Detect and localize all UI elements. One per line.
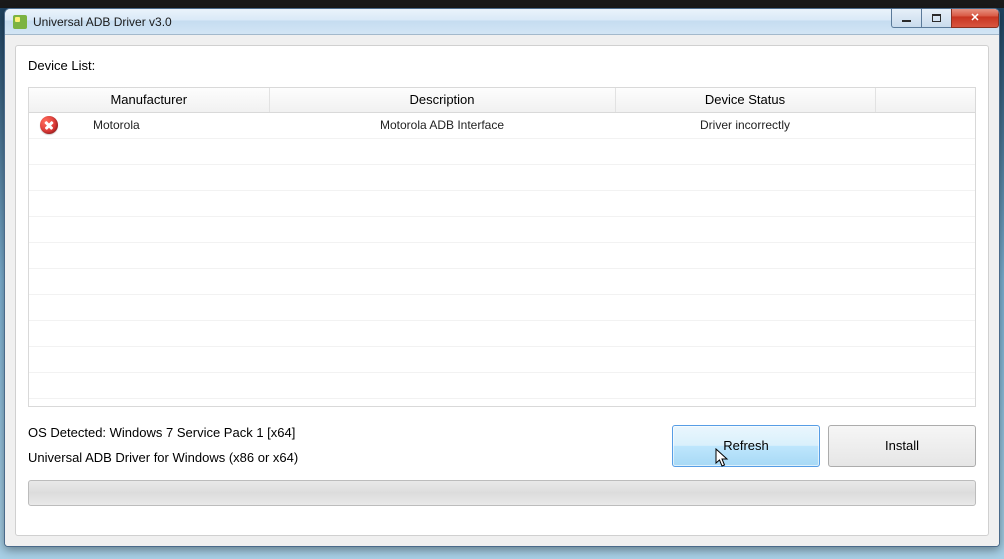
table-row[interactable] [29,138,975,164]
refresh-button[interactable]: Refresh [672,425,820,467]
bottom-row: OS Detected: Windows 7 Service Pack 1 [x… [28,421,976,470]
refresh-button-label: Refresh [723,438,769,453]
progress-bar [28,480,976,506]
cell-manufacturer: Motorola [69,112,269,138]
close-icon: ✕ [970,11,979,24]
main-panel: Device List: Manufacturer Description [15,45,989,536]
table-header-row: Manufacturer Description Device Status [29,88,975,112]
table-row[interactable] [29,190,975,216]
driver-description-text: Universal ADB Driver for Windows (x86 or… [28,446,298,471]
col-header-manufacturer[interactable]: Manufacturer [29,88,269,112]
table-row[interactable] [29,372,975,398]
titlebar[interactable]: Universal ADB Driver v3.0 ✕ [5,9,999,35]
table-row[interactable] [29,320,975,346]
table-row[interactable] [29,216,975,242]
table-row[interactable] [29,268,975,294]
error-icon [40,116,58,134]
maximize-button[interactable] [921,8,951,28]
install-button[interactable]: Install [828,425,976,467]
col-header-empty[interactable] [875,88,975,112]
col-header-description[interactable]: Description [269,88,615,112]
app-window: Universal ADB Driver v3.0 ✕ Device List: [4,8,1000,547]
maximize-icon [932,14,941,22]
table-row[interactable] [29,242,975,268]
table-row[interactable] [29,294,975,320]
background-taskbar-fragment [0,0,1004,8]
cell-empty [875,112,975,138]
cell-device-status: Driver incorrectly [615,112,875,138]
minimize-button[interactable] [891,8,921,28]
table-row[interactable]: Motorola Motorola ADB Interface Driver i… [29,112,975,138]
table-row[interactable] [29,164,975,190]
close-button[interactable]: ✕ [951,8,999,28]
table-row[interactable] [29,346,975,372]
minimize-icon [902,20,911,22]
device-table-container: Manufacturer Description Device Status M… [28,87,976,407]
window-title: Universal ADB Driver v3.0 [33,15,172,29]
button-row: Refresh Install [672,425,976,467]
device-table: Manufacturer Description Device Status M… [29,88,975,399]
col-header-device-status[interactable]: Device Status [615,88,875,112]
device-list-label: Device List: [28,58,976,73]
client-area: Device List: Manufacturer Description [5,35,999,546]
install-button-label: Install [885,438,919,453]
cell-status-icon [29,112,69,138]
cell-description: Motorola ADB Interface [269,112,615,138]
app-icon [13,15,27,29]
window-controls: ✕ [891,8,999,28]
os-detected-text: OS Detected: Windows 7 Service Pack 1 [x… [28,421,298,446]
info-text-block: OS Detected: Windows 7 Service Pack 1 [x… [28,421,298,470]
